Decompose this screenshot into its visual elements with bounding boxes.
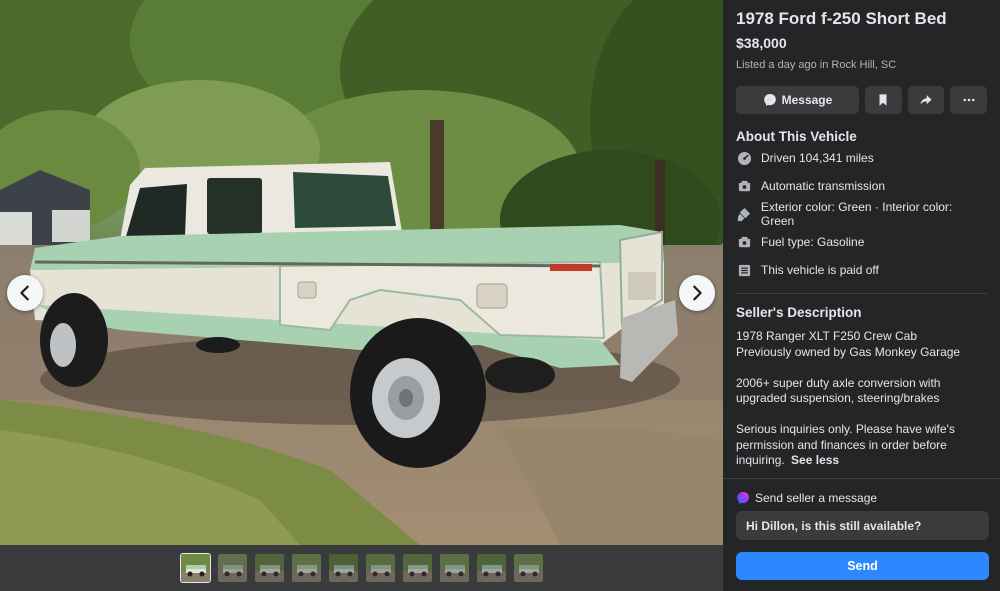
photo-thumbnail[interactable] bbox=[439, 554, 469, 582]
description-text: Serious inquiries only. Please have wife… bbox=[736, 422, 955, 467]
spec-text: Driven 104,341 miles bbox=[761, 151, 874, 165]
odometer-icon bbox=[736, 150, 752, 166]
spec-fuel: Fuel type: Gasoline bbox=[736, 228, 987, 256]
send-message-header-label: Send seller a message bbox=[755, 491, 878, 505]
share-button[interactable] bbox=[907, 86, 945, 114]
photo-thumbnail[interactable] bbox=[402, 554, 432, 582]
bookmark-icon bbox=[879, 94, 887, 106]
next-photo-button[interactable] bbox=[679, 275, 715, 311]
spec-color: Exterior color: Green · Interior color: … bbox=[736, 200, 987, 228]
description-line: Previously owned by Gas Monkey Garage bbox=[736, 344, 961, 359]
previous-photo-button[interactable] bbox=[7, 275, 43, 311]
paint-icon bbox=[736, 206, 752, 222]
spec-text: Exterior color: Green · Interior color: … bbox=[760, 200, 953, 228]
chevron-left-icon bbox=[20, 285, 29, 301]
seller-description-heading: Seller's Description bbox=[736, 305, 862, 320]
message-button-label: Message bbox=[781, 93, 833, 107]
description-paragraph: Serious inquiries only. Please have wife… bbox=[736, 422, 987, 469]
message-input[interactable] bbox=[736, 511, 989, 540]
fuel-icon bbox=[736, 234, 752, 250]
description-paragraph: 1978 Ranger XLT F250 Crew Cab Previously… bbox=[736, 329, 987, 360]
photo-viewer bbox=[0, 0, 723, 591]
listing-photo bbox=[0, 0, 723, 545]
more-options-button[interactable] bbox=[950, 86, 987, 114]
section-divider bbox=[736, 293, 987, 294]
spec-ownership: This vehicle is paid off bbox=[736, 256, 987, 284]
details-scroll-area[interactable]: 1978 Ford f-250 Short Bed $38,000 Listed… bbox=[723, 0, 1000, 478]
photo-thumbnail[interactable] bbox=[291, 554, 321, 582]
spec-text: This vehicle is paid off bbox=[761, 263, 879, 277]
spec-transmission: Automatic transmission bbox=[736, 172, 987, 200]
about-vehicle-heading: About This Vehicle bbox=[736, 129, 857, 144]
send-message-header: Send seller a message bbox=[736, 491, 987, 505]
photo-thumbnail[interactable] bbox=[179, 553, 211, 583]
action-bar: Message bbox=[736, 86, 987, 114]
seller-description: 1978 Ranger XLT F250 Crew Cab Previously… bbox=[736, 329, 987, 469]
messenger-icon bbox=[763, 94, 776, 106]
listing-price: $38,000 bbox=[736, 35, 787, 51]
save-button[interactable] bbox=[864, 86, 902, 114]
listing-meta: Listed a day ago in Rock Hill, SC bbox=[736, 59, 897, 71]
photo-thumbnail[interactable] bbox=[254, 554, 284, 582]
photo-thumbnail[interactable] bbox=[513, 554, 543, 582]
message-button[interactable]: Message bbox=[736, 86, 859, 114]
description-paragraph: 2006+ super duty axle conversion with up… bbox=[736, 375, 941, 406]
spec-mileage: Driven 104,341 miles bbox=[736, 144, 987, 172]
description-line: 1978 Ranger XLT F250 Crew Cab bbox=[736, 329, 917, 343]
document-icon bbox=[736, 262, 752, 278]
spec-text: Automatic transmission bbox=[761, 179, 886, 193]
photo-thumbnail[interactable] bbox=[328, 554, 358, 582]
messenger-icon bbox=[737, 492, 749, 504]
listing-title: 1978 Ford f-250 Short Bed bbox=[736, 9, 947, 28]
transmission-icon bbox=[736, 178, 752, 194]
listing-details-panel: 1978 Ford f-250 Short Bed $38,000 Listed… bbox=[723, 0, 1000, 591]
share-icon bbox=[920, 95, 932, 105]
thumbnail-strip bbox=[0, 545, 723, 591]
photo-thumbnail[interactable] bbox=[365, 554, 395, 582]
photo-thumbnail[interactable] bbox=[217, 554, 247, 582]
photo-thumbnail[interactable] bbox=[476, 554, 506, 582]
chevron-right-icon bbox=[693, 285, 702, 301]
spec-text: Fuel type: Gasoline bbox=[761, 235, 865, 249]
send-message-box: Send seller a message Send bbox=[723, 478, 1000, 591]
see-less-link[interactable]: See less bbox=[791, 453, 839, 467]
more-icon bbox=[963, 98, 975, 102]
send-button[interactable]: Send bbox=[736, 552, 989, 580]
